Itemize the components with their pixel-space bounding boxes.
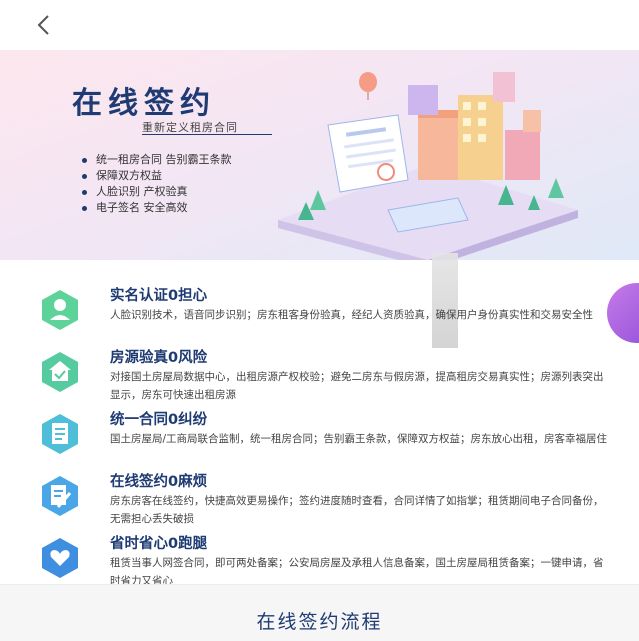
feature-description: 人脸识别技术，语音同步识别；房东租客身份验真，经纪人资质验真，确保用户身份真实性… xyxy=(110,309,593,321)
feature-item: 省时省心0跑腿 租赁当事人网签合同，即可两处备案；公安局房屋及承租人信息备案，国… xyxy=(0,518,639,587)
feature-item: 房源验真0风险 对接国土房屋局数据中心，出租房源产权校验；避免二房东与假房源，提… xyxy=(0,332,639,401)
heart-hand-icon xyxy=(42,538,78,578)
house-check-icon xyxy=(42,352,78,392)
hero-banner: 在线签约 重新定义租房合同 统一租房合同 告别霸王条款 保障双方权益 人脸识别 … xyxy=(0,50,639,260)
feature-item: 在线签约0麻烦 房东房客在线签约，快捷高效更易操作；签约进度随时查看，合同详情了… xyxy=(0,456,639,525)
feature-item: 实名认证0担心 人脸识别技术，语音同步识别；房东租客身份验真，经纪人资质验真，确… xyxy=(0,270,639,332)
feature-title: 省时省心0跑腿 xyxy=(110,536,208,552)
feature-item: 统一合同0纠纷 国土房屋局/工商局联合监制，统一租房合同；告别霸王条款，保障双方… xyxy=(0,394,639,456)
back-button[interactable] xyxy=(30,10,60,40)
feature-title: 在线签约0麻烦 xyxy=(110,474,208,490)
banner-title: 在线签约 xyxy=(72,86,216,121)
top-bar xyxy=(0,0,639,50)
feature-description: 国土房屋局/工商局联合监制，统一租房合同；告别霸王条款，保障双方权益；房东放心出… xyxy=(110,433,608,445)
subtitle-underline xyxy=(142,134,272,135)
banner-bullet: 人脸识别 产权验真 xyxy=(82,184,232,200)
contract-icon xyxy=(42,414,78,454)
city-contract-illustration xyxy=(278,72,578,260)
person-badge-icon xyxy=(42,290,78,330)
feature-title: 实名认证0担心 xyxy=(110,288,208,304)
chevron-left-icon xyxy=(37,15,49,35)
process-title: 在线签约流程 xyxy=(256,611,383,633)
sign-pen-icon xyxy=(42,476,78,516)
banner-bullet: 电子签名 安全高效 xyxy=(82,200,232,216)
feature-title: 统一合同0纠纷 xyxy=(110,412,208,428)
banner-bullet-list: 统一租房合同 告别霸王条款 保障双方权益 人脸识别 产权验真 电子签名 安全高效 xyxy=(82,152,232,216)
banner-bullet: 保障双方权益 xyxy=(82,168,232,184)
banner-subtitle: 重新定义租房合同 xyxy=(142,121,238,134)
banner-bullet: 统一租房合同 告别霸王条款 xyxy=(82,152,232,168)
feature-title: 房源验真0风险 xyxy=(110,350,208,366)
process-section: 在线签约流程 xyxy=(0,584,639,641)
